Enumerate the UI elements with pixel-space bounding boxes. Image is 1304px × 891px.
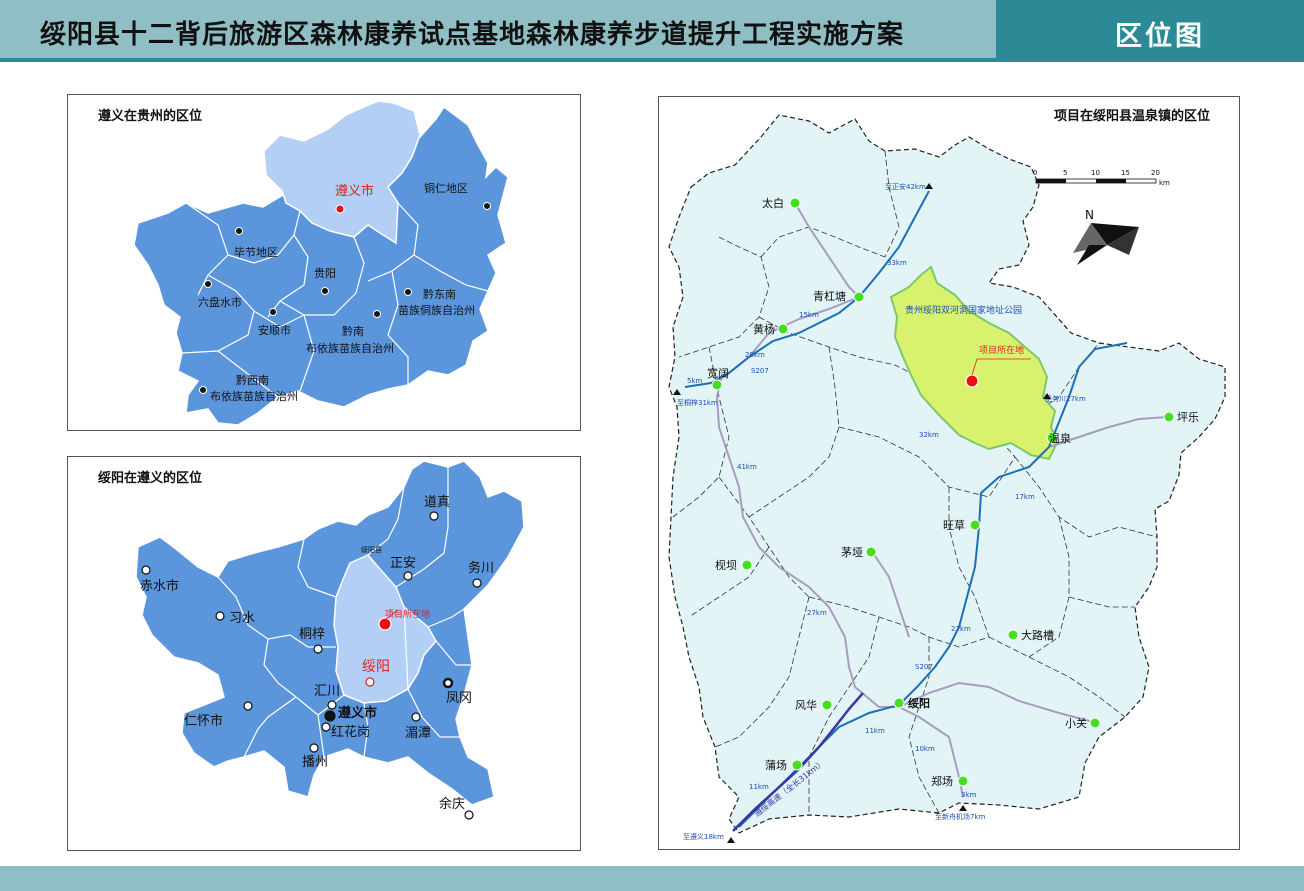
scale-tick-15: 15 xyxy=(1121,169,1130,177)
town-kuankuo: 宽阔 xyxy=(707,366,729,380)
label-daozhen: 道真 xyxy=(424,495,450,510)
town-suiyang: 绥阳 xyxy=(908,696,930,710)
label-tongren: 铜仁地区 xyxy=(424,181,468,195)
road-label-to-wuchuan: 至务川27km xyxy=(1045,394,1086,403)
label-liupanshui: 六盘水市 xyxy=(198,295,242,309)
label-project: 项目所在地 xyxy=(385,608,430,620)
footer-bar xyxy=(0,866,1304,891)
label-bozhou: 播州 xyxy=(302,755,328,770)
town-xiaoguan: 小关 xyxy=(1065,716,1087,730)
road-label-s207-a: S207 xyxy=(915,663,933,671)
label-suiyangxian: 绥阳县 xyxy=(361,545,382,554)
section-title: 区位图 xyxy=(1115,21,1205,52)
label-yuqing: 余庆 xyxy=(439,796,465,812)
north-arrow-icon: N xyxy=(1073,208,1139,265)
scale-bar: 0 5 10 15 20 km xyxy=(1033,169,1170,187)
town-zhengchang: 郑场 xyxy=(931,774,953,788)
scale-unit: km xyxy=(1159,179,1170,187)
label-qiandongnan-1: 黔东南 xyxy=(423,287,456,301)
town-dalucao: 大路槽 xyxy=(1021,628,1054,642)
road-label-to-tongzi: 至桐梓31km xyxy=(677,398,718,407)
town-maoya: 茅垭 xyxy=(841,546,863,559)
road-label-17km: 17km xyxy=(1015,493,1035,501)
panel-zunyi: 绥阳在遵义的区位 道真 绥阳县 正安 务川 赤水市 习水 桐梓 项目所在地 绥阳… xyxy=(67,456,581,851)
label-suiyang: 绥阳 xyxy=(362,659,390,675)
road-label-to-zunyi: 至遵义18km xyxy=(683,832,724,841)
header-divider xyxy=(0,58,1304,62)
label-fenggang: 凤冈 xyxy=(446,691,472,706)
road-label-10km: 10km xyxy=(915,745,935,753)
label-zhengan: 正安 xyxy=(390,556,416,571)
scale-tick-0: 0 xyxy=(1033,169,1037,177)
label-qianxinan-1: 黔西南 xyxy=(236,373,269,387)
town-taibai: 太白 xyxy=(762,196,784,210)
town-map: 0 5 10 15 20 km N 太白 青杠塘 黄杨 宽阔 温泉 坪乐 旺草 … xyxy=(668,114,1226,843)
scale-tick-20: 20 xyxy=(1151,169,1160,177)
town-wenquan: 温泉 xyxy=(1049,431,1071,445)
label-bijie: 毕节地区 xyxy=(234,246,278,259)
town-pumo: 枧坝 xyxy=(715,558,737,572)
panel-guizhou: 遵义在贵州的区位 遵义市 铜仁地区 毕节地区 贵阳 黔东南 苗族侗族自治州 六盘… xyxy=(67,94,581,431)
road-label-27km-a: 27km xyxy=(807,609,827,617)
label-tongzi: 桐梓 xyxy=(299,627,325,642)
road-label-27km-b: 27km xyxy=(951,625,971,633)
road-label-5km: 5km xyxy=(687,377,703,385)
scale-tick-10: 10 xyxy=(1091,169,1100,177)
label-huichuan: 汇川 xyxy=(314,684,340,699)
label-guiyang: 贵阳 xyxy=(314,267,336,280)
scale-tick-5: 5 xyxy=(1063,169,1067,177)
label-chishui: 赤水市 xyxy=(140,578,179,594)
road-label-to-zhengan: 至正安42km xyxy=(885,182,926,191)
town-huangyang: 黄杨 xyxy=(753,322,775,336)
road-label-to-airport: 至新舟机场7km xyxy=(935,812,986,821)
road-label-15km: 15km xyxy=(799,311,819,319)
north-label: N xyxy=(1085,208,1094,222)
header-title-box: 绥阳县十二背后旅游区森林康养试点基地森林康养步道提升工程实施方案 xyxy=(0,0,996,58)
road-label-3km: 3km xyxy=(961,791,977,799)
label-qiandongnan-2: 苗族侗族自治州 xyxy=(398,303,475,317)
label-zunyi: 遵义市 xyxy=(335,183,374,199)
road-label-11km-b: 11km xyxy=(749,783,769,791)
panel-town: 项目在绥阳县温泉镇的区位 0 5 10 15 20 km N 太白 青杠塘 黄杨… xyxy=(658,96,1240,850)
label-qiannan-2: 布依族苗族自治州 xyxy=(306,341,394,355)
county-land-shape xyxy=(668,114,1226,834)
town-pingle: 坪乐 xyxy=(1177,411,1199,424)
label-qiannan-1: 黔南 xyxy=(342,324,364,338)
label-zunyishi: 遵义市 xyxy=(338,705,377,721)
geopark-label: 贵州绥阳双河洞国家地址公园 xyxy=(905,304,1022,316)
label-qianxinan-2: 布依族苗族自治州 xyxy=(210,389,298,403)
label-honghuagang: 红花岗 xyxy=(331,724,370,740)
road-label-41km: 41km xyxy=(737,463,757,471)
road-label-32km: 32km xyxy=(919,431,939,439)
road-label-s207-b: S207 xyxy=(751,367,769,375)
label-renhuai: 仁怀市 xyxy=(184,713,223,729)
town-qinggangtang: 青杠塘 xyxy=(813,289,846,303)
town-wangcao: 旺草 xyxy=(943,519,965,532)
road-label-20km: 20km xyxy=(745,351,765,359)
town-fenghua: 风华 xyxy=(795,698,817,712)
road-label-11km-a: 11km xyxy=(865,727,885,735)
label-xishui: 习水 xyxy=(229,611,255,626)
zunyi-region-shape xyxy=(135,460,525,806)
zunyi-map: 道真 绥阳县 正安 务川 赤水市 习水 桐梓 项目所在地 绥阳 汇川 凤冈 遵义… xyxy=(135,460,525,820)
project-location-marker xyxy=(965,374,979,388)
town-puchang: 蒲场 xyxy=(765,758,787,772)
label-wuchuan: 务川 xyxy=(468,560,494,576)
road-label-33km: 33km xyxy=(887,259,907,267)
page-title: 绥阳县十二背后旅游区森林康养试点基地森林康养步道提升工程实施方案 xyxy=(40,20,905,50)
guizhou-map: 遵义市 铜仁地区 毕节地区 贵阳 黔东南 苗族侗族自治州 六盘水市 安顺市 黔南… xyxy=(133,100,509,426)
project-label: 项目所在地 xyxy=(979,344,1024,356)
label-anshun: 安顺市 xyxy=(258,323,291,337)
label-meitan: 湄潭 xyxy=(405,726,431,741)
